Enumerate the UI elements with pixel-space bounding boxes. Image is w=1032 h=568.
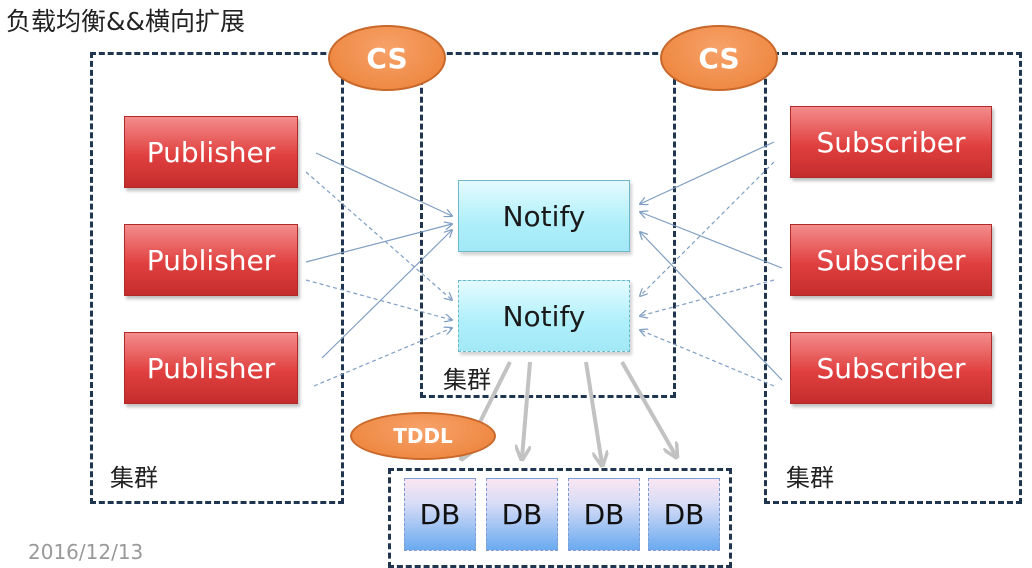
notify-box-1: Notify (458, 180, 630, 252)
notify-box-2: Notify (458, 280, 630, 352)
db-box-3: DB (568, 478, 640, 551)
subscriber-box-2: Subscriber (790, 224, 992, 296)
db-box-1: DB (404, 478, 476, 551)
arrow-pub1-notify1 (315, 152, 452, 216)
cs-ellipse-left-label: CS (366, 41, 408, 75)
db-box-4: DB (648, 478, 720, 551)
arrow-sub2-notify1 (640, 212, 783, 269)
publisher-box-3: Publisher (124, 332, 298, 404)
arrow-pub3-notify2 (313, 328, 452, 387)
tddl-ellipse: TDDL (350, 412, 496, 460)
publisher-box-1: Publisher (124, 116, 298, 188)
arrow-sub1-notify1 (640, 141, 775, 204)
arrow-pub2-notify1 (305, 224, 452, 263)
cs-ellipse-right: CS (660, 25, 778, 91)
arrow-notify-db2 (522, 361, 532, 458)
db-box-2: DB (486, 478, 558, 551)
tddl-ellipse-label: TDDL (393, 424, 453, 448)
publisher-box-2: Publisher (124, 224, 298, 296)
subscriber-box-3: Subscriber (790, 332, 992, 404)
arrow-sub3-notify1 (640, 232, 783, 381)
cs-ellipse-left: CS (328, 25, 446, 91)
arrow-sub3-notify2 (640, 330, 775, 387)
footer-date: 2016/12/13 (28, 540, 144, 564)
arrow-sub2-notify2 (640, 279, 775, 316)
cs-ellipse-right-label: CS (698, 41, 740, 75)
arrow-pub3-notify1 (321, 230, 452, 359)
subscriber-box-1: Subscriber (790, 106, 992, 178)
arrow-pub2-notify2 (305, 279, 452, 320)
arrow-notify-db4 (620, 361, 676, 456)
arrow-notify-db3 (584, 361, 602, 464)
arrow-sub1-notify2 (640, 161, 775, 296)
arrow-pub1-notify2 (305, 171, 452, 300)
